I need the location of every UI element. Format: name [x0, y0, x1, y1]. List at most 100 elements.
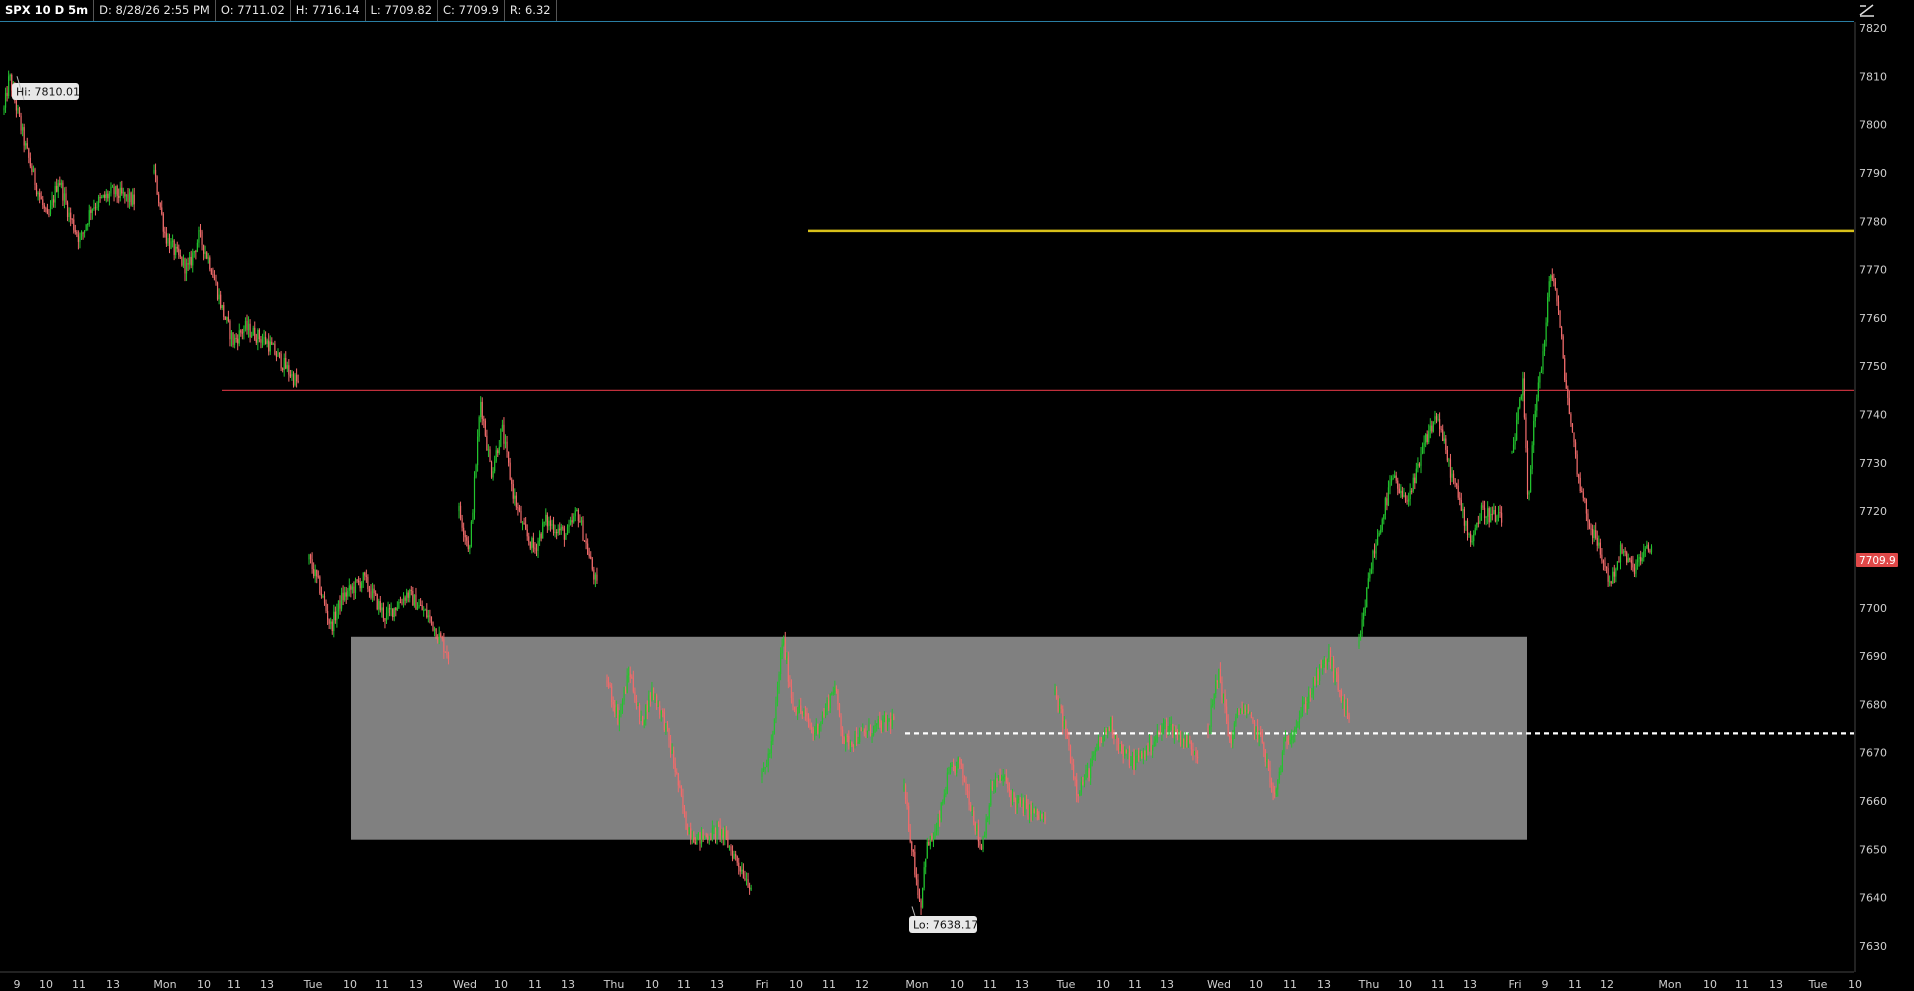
candle-body — [402, 597, 405, 604]
candle-body — [212, 274, 214, 278]
candle-body — [797, 712, 799, 714]
candle-body — [1291, 736, 1293, 740]
candle-body — [540, 533, 542, 539]
candle-body — [1451, 473, 1453, 478]
candle-body — [1247, 710, 1249, 714]
candle-body — [1039, 814, 1041, 819]
candle-body — [1579, 477, 1581, 492]
candle-body — [1170, 723, 1172, 725]
candle-body — [1027, 802, 1029, 818]
candle-body — [1186, 735, 1188, 748]
price-tick-label: 7820 — [1859, 22, 1887, 35]
candle-body — [39, 192, 41, 197]
candle-body — [1440, 428, 1442, 430]
candle-body — [654, 695, 656, 697]
candle-body — [1449, 459, 1452, 478]
candle-body — [750, 888, 752, 890]
candle-body — [421, 605, 423, 611]
candle-body — [209, 257, 211, 270]
candle-body — [626, 675, 628, 693]
candle-body — [497, 450, 499, 454]
candle-body — [539, 533, 541, 541]
candle-body — [637, 705, 639, 707]
candle-body — [789, 681, 791, 687]
candle-body — [249, 323, 251, 337]
time-tick-label: 13 — [1317, 978, 1331, 991]
candle-body — [668, 728, 670, 741]
candle-body — [26, 143, 28, 149]
candle-body — [1604, 562, 1606, 567]
candle-body — [70, 212, 72, 220]
candle-body — [786, 656, 788, 659]
candle-body — [1501, 512, 1503, 523]
time-tick-label: 13 — [106, 978, 120, 991]
candle-body — [940, 802, 942, 821]
candle-body — [1517, 407, 1519, 420]
candle-body — [370, 591, 372, 598]
candle-body — [1135, 756, 1137, 769]
candle-body — [195, 251, 197, 253]
candle-body — [845, 735, 847, 745]
candle-body — [1340, 690, 1342, 702]
price-tick-label: 7770 — [1859, 264, 1887, 277]
candle-body — [1452, 473, 1455, 479]
candle-body — [642, 716, 644, 725]
candle-body — [790, 686, 793, 698]
candle-body — [514, 495, 516, 499]
candle-body — [532, 537, 534, 548]
candle-body — [1602, 560, 1605, 563]
symbol-label[interactable]: SPX 10 D 5m — [0, 0, 95, 21]
candle-body — [84, 230, 86, 233]
candle-body — [1482, 505, 1484, 508]
candle-body — [1384, 498, 1386, 515]
candle-body — [1233, 723, 1235, 735]
candle-body — [985, 818, 987, 836]
candle-body — [1359, 633, 1362, 641]
time-tick-label: 10 — [494, 978, 508, 991]
candle-body — [923, 867, 925, 888]
candle-body — [32, 168, 35, 173]
drawing-tools-icon[interactable] — [1858, 3, 1876, 18]
candle-body — [1085, 770, 1087, 780]
candle-body — [390, 608, 392, 610]
candle-body — [506, 441, 508, 452]
candle-body — [289, 374, 291, 377]
candle-body — [1442, 429, 1444, 441]
range-label: R: 6.32 — [505, 0, 557, 21]
candle-body — [1343, 700, 1345, 711]
candle-body — [918, 894, 921, 901]
candle-body — [492, 471, 494, 478]
candle-body — [1264, 749, 1266, 762]
candle-body — [745, 879, 748, 881]
candle-body — [56, 185, 58, 192]
candle-body — [1578, 474, 1580, 478]
candle-body — [855, 734, 858, 744]
candle-body — [594, 574, 596, 580]
candle-body — [53, 199, 55, 203]
candle-body — [162, 214, 164, 232]
candle-body — [224, 316, 226, 320]
candle-body — [1097, 741, 1099, 750]
candle-body — [121, 187, 123, 194]
candle-body — [761, 769, 763, 777]
candle-body — [1592, 528, 1594, 539]
candle-body — [865, 732, 867, 735]
candle-body — [1623, 551, 1625, 554]
candle-body — [738, 862, 740, 868]
candle-body — [354, 579, 357, 593]
candle-body — [652, 687, 655, 696]
candle-body — [57, 183, 59, 192]
candle-body — [1187, 740, 1189, 748]
candle-body — [680, 786, 682, 796]
candle-body — [487, 449, 490, 451]
candle-body — [1615, 568, 1617, 577]
candle-body — [963, 778, 966, 782]
candle-body — [915, 874, 917, 880]
price-tick-label: 7740 — [1859, 409, 1887, 422]
candle-body — [314, 569, 316, 577]
candle-body — [966, 790, 969, 792]
candlestick-chart[interactable]: 7630764076507660767076807690770077107720… — [0, 22, 1914, 991]
candle-body — [629, 673, 631, 677]
candle-body — [1244, 709, 1246, 713]
candle-body — [888, 718, 890, 720]
